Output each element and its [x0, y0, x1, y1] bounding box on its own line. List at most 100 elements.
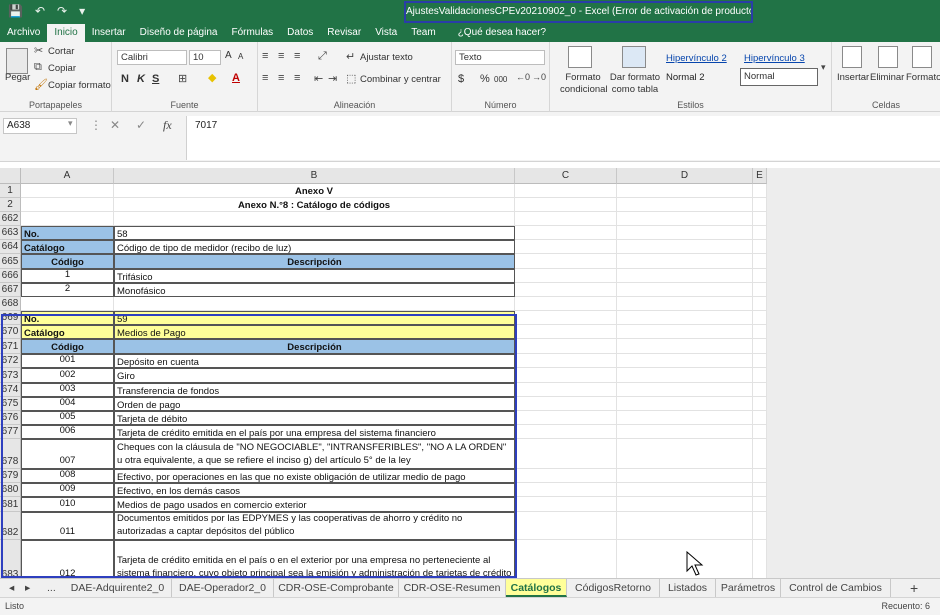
row-header[interactable]: 2: [0, 198, 21, 212]
cell-empty[interactable]: [515, 269, 617, 283]
name-box-dropdown-icon[interactable]: ▾: [68, 118, 73, 129]
align-right-icon[interactable]: ≡: [294, 72, 300, 84]
redo-icon[interactable]: ↷: [57, 4, 67, 18]
cell-empty[interactable]: [617, 212, 753, 226]
font-size-select[interactable]: 10: [189, 50, 221, 65]
paste-icon[interactable]: [6, 48, 28, 74]
cell-b[interactable]: Código de tipo de medidor (recibo de luz…: [114, 240, 515, 254]
insert-button[interactable]: Insertar: [837, 72, 869, 83]
name-box[interactable]: A638: [3, 118, 77, 134]
style-hyperlink-3[interactable]: Hipervínculo 3: [744, 53, 805, 64]
cell-empty[interactable]: [515, 311, 617, 325]
cancel-icon[interactable]: ✕: [110, 118, 120, 132]
save-icon[interactable]: 💾: [8, 4, 23, 18]
enter-icon[interactable]: ✓: [136, 118, 146, 132]
undo-icon[interactable]: ↶: [35, 4, 45, 18]
cell-empty[interactable]: [617, 184, 753, 198]
cell-empty[interactable]: [515, 354, 617, 368]
row-header[interactable]: 670: [0, 325, 21, 339]
cell-empty[interactable]: [617, 397, 753, 411]
conditional-format-button[interactable]: Formato condicional: [560, 72, 608, 96]
cell-a[interactable]: Código: [21, 339, 114, 354]
decrease-indent-icon[interactable]: ⇤: [314, 72, 323, 85]
cell-empty[interactable]: [617, 483, 753, 497]
cell-b[interactable]: [114, 212, 515, 226]
ribbon-tab-9[interactable]: ¿Qué desea hacer?: [451, 24, 553, 42]
cell-a[interactable]: 004: [21, 397, 114, 411]
formula-input[interactable]: 7017: [186, 116, 940, 160]
cell-empty[interactable]: [753, 497, 767, 512]
cell-a[interactable]: 012: [21, 540, 114, 578]
sheet-tab-2[interactable]: CDR-OSE-Comprobante: [274, 579, 399, 597]
ribbon-tab-3[interactable]: Diseño de página: [133, 24, 225, 42]
cell-b[interactable]: Descripción: [114, 339, 515, 354]
delete-cells-icon[interactable]: [878, 46, 898, 68]
style-normal[interactable]: Normal: [740, 68, 818, 86]
cell-empty[interactable]: [617, 226, 753, 240]
cell-empty[interactable]: [753, 184, 767, 198]
cell-b[interactable]: Tarjeta de crédito emitida en el país po…: [114, 425, 515, 439]
cell-empty[interactable]: [617, 283, 753, 297]
cell-empty[interactable]: [753, 198, 767, 212]
cell-empty[interactable]: [515, 283, 617, 297]
ribbon-tab-4[interactable]: Fórmulas: [224, 24, 280, 42]
wrap-text-button[interactable]: Ajustar texto: [360, 52, 413, 63]
row-header[interactable]: 673: [0, 368, 21, 383]
align-top-icon[interactable]: ≡: [262, 50, 268, 62]
cell-empty[interactable]: [617, 311, 753, 325]
cell-empty[interactable]: [515, 497, 617, 512]
row-header[interactable]: 669: [0, 311, 21, 325]
cell-a[interactable]: 011: [21, 512, 114, 540]
cell-empty[interactable]: [617, 354, 753, 368]
cell-b[interactable]: Trifásico: [114, 269, 515, 283]
column-header-a[interactable]: A: [21, 168, 114, 184]
sheet-tab-4[interactable]: Catálogos: [506, 579, 567, 597]
ribbon-tab-1[interactable]: Inicio: [47, 24, 85, 42]
cell-a[interactable]: Catálogo: [21, 240, 114, 254]
cell-empty[interactable]: [753, 512, 767, 540]
cell-empty[interactable]: [753, 383, 767, 397]
cell-b[interactable]: Monofásico: [114, 283, 515, 297]
cell-empty[interactable]: [617, 368, 753, 383]
cell-a[interactable]: [21, 297, 114, 311]
cell-b[interactable]: Tarjeta de crédito emitida en el país o …: [114, 540, 515, 578]
row-header[interactable]: 671: [0, 339, 21, 354]
cell-empty[interactable]: [617, 497, 753, 512]
insert-cells-icon[interactable]: [842, 46, 862, 68]
ribbon-tab-6[interactable]: Revisar: [320, 24, 368, 42]
ribbon-tab-2[interactable]: Insertar: [85, 24, 133, 42]
cell-empty[interactable]: [515, 254, 617, 269]
column-header-e[interactable]: E: [753, 168, 767, 184]
ribbon-tab-5[interactable]: Datos: [280, 24, 320, 42]
cell-empty[interactable]: [753, 469, 767, 483]
column-header-d[interactable]: D: [617, 168, 753, 184]
bold-button[interactable]: N: [121, 73, 129, 85]
italic-button[interactable]: K: [137, 73, 145, 85]
cell-empty[interactable]: [617, 383, 753, 397]
cell-empty[interactable]: [617, 411, 753, 425]
cell-empty[interactable]: [617, 254, 753, 269]
ribbon-tab-8[interactable]: Team: [404, 24, 442, 42]
sheet-tab-7[interactable]: Parámetros: [716, 579, 781, 597]
cell-empty[interactable]: [753, 397, 767, 411]
percent-button[interactable]: %: [480, 73, 490, 85]
cell-b[interactable]: Orden de pago: [114, 397, 515, 411]
align-center-icon[interactable]: ≡: [278, 72, 284, 84]
sheet-nav-2[interactable]: ...: [44, 579, 59, 597]
font-color-icon[interactable]: A: [232, 72, 240, 84]
cell-a[interactable]: No.: [21, 311, 114, 325]
cell-empty[interactable]: [515, 297, 617, 311]
worksheet-grid[interactable]: ABCDE 1 Anexo V 2 Anexo N.°8 : Catálogo de …: [0, 168, 940, 578]
paste-button[interactable]: Pegar: [5, 72, 30, 83]
cell-b[interactable]: Transferencia de fondos: [114, 383, 515, 397]
cell-empty[interactable]: [515, 383, 617, 397]
cell-b[interactable]: [114, 297, 515, 311]
cell-empty[interactable]: [617, 339, 753, 354]
cell-b[interactable]: 59: [114, 311, 515, 325]
cell-a[interactable]: 009: [21, 483, 114, 497]
style-hyperlink-2[interactable]: Hipervínculo 2: [666, 53, 727, 64]
cell-empty[interactable]: [515, 325, 617, 339]
align-left-icon[interactable]: ≡: [262, 72, 268, 84]
style-normal-2[interactable]: Normal 2: [666, 72, 705, 83]
cell-a[interactable]: No.: [21, 226, 114, 240]
